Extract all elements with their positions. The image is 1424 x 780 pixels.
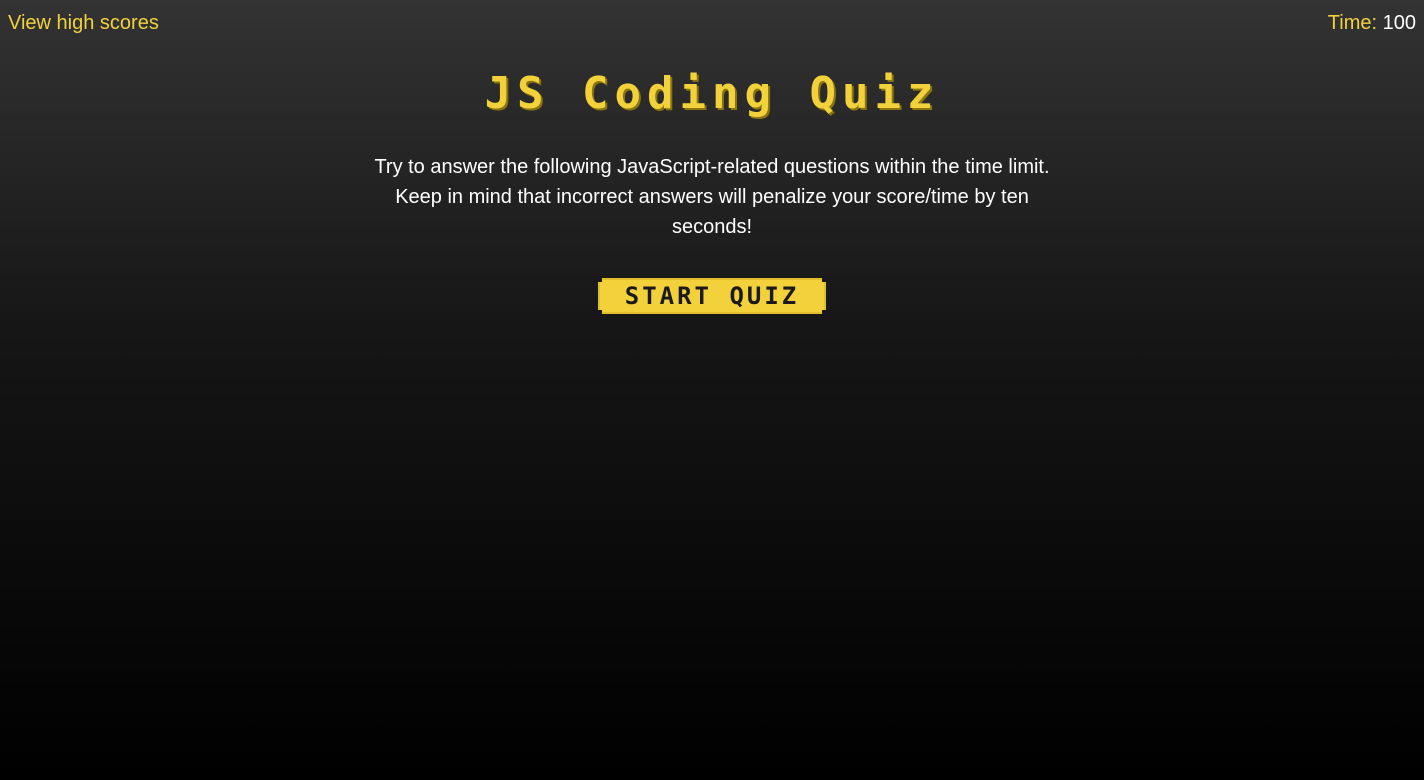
page-title: JS Coding Quiz <box>484 68 940 119</box>
top-bar: View high scores Time: 100 <box>0 0 1424 46</box>
timer-value: 100 <box>1382 12 1416 34</box>
timer-label: Time: <box>1327 12 1378 34</box>
quiz-instructions: Try to answer the following JavaScript-r… <box>374 156 1050 238</box>
timer: Time: 100 <box>1328 10 1416 36</box>
start-quiz-button[interactable]: START QUIZ <box>598 278 826 314</box>
view-high-scores-link[interactable]: View high scores <box>8 10 159 36</box>
